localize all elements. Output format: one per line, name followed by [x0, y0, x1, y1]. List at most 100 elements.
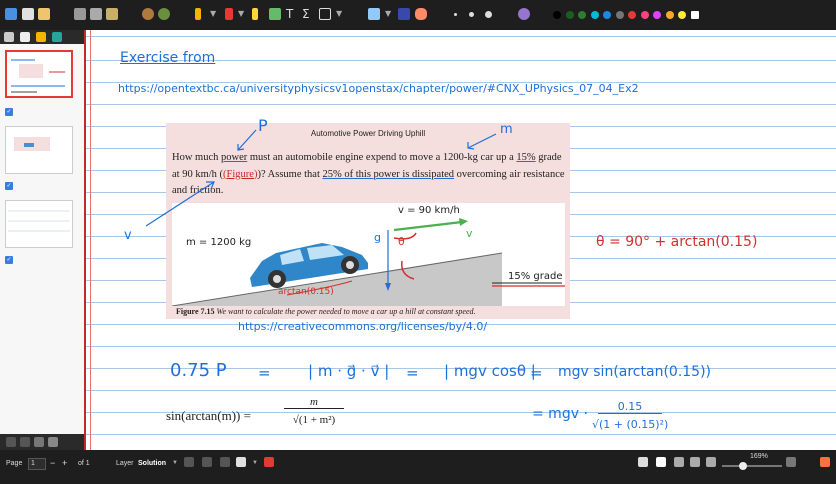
eraser-dropdown-icon[interactable]: ▼	[238, 9, 244, 18]
eq-sign-2: =	[406, 364, 419, 382]
layer-selector[interactable]: Solution	[138, 460, 166, 467]
highlighter-icon[interactable]	[252, 8, 258, 20]
color-swatch[interactable]	[640, 11, 649, 19]
eq2-lhs: = mgv ·	[532, 406, 588, 422]
select-rect-icon[interactable]	[368, 8, 380, 20]
eq-rhs: mgv sin(arctan(0.15))	[558, 364, 712, 380]
delete-page-icon[interactable]	[48, 437, 58, 447]
zoom-percent: 169%	[750, 453, 768, 460]
pen-icon[interactable]	[195, 8, 201, 20]
page-decrement-button[interactable]: −	[50, 458, 55, 468]
page-thumbnail-2[interactable]	[5, 126, 73, 174]
sidebar-bottom-bar	[0, 434, 84, 450]
eraser-icon[interactable]	[225, 8, 233, 20]
move-page-down-icon[interactable]	[20, 437, 30, 447]
document-tab-icon[interactable]	[20, 32, 30, 42]
layer-visibility-icon[interactable]	[220, 457, 230, 467]
eq-magnitude-2: | mgv cosθ |	[444, 362, 536, 380]
shape-dropdown-icon[interactable]: ▼	[336, 9, 342, 18]
toolbar: ▼ ▼ T Σ ▼ ▼	[0, 0, 836, 30]
delete-layer-icon[interactable]	[264, 457, 274, 467]
page-2-checkbox[interactable]: ✓	[5, 182, 13, 190]
page-thumbnail-3[interactable]	[5, 200, 73, 248]
color-swatch[interactable]	[628, 11, 636, 19]
color-swatch[interactable]	[678, 11, 686, 19]
layer-up-icon[interactable]	[184, 457, 194, 467]
tree-tab-icon[interactable]	[52, 32, 62, 42]
sin-formula-numerator: m	[284, 396, 344, 409]
view-continuous-icon[interactable]	[656, 457, 666, 467]
color-swatch[interactable]	[665, 11, 674, 19]
fullscreen-icon[interactable]	[820, 457, 830, 467]
page-thumbnail-2-preview	[14, 137, 50, 151]
page-thumbnail-1-preview	[11, 59, 65, 93]
eq-magnitude-1: | m · g⃗ · v⃗ |	[308, 362, 390, 380]
color-swatch[interactable]	[690, 11, 699, 19]
view-two-page-icon[interactable]	[674, 457, 684, 467]
cut-icon[interactable]	[74, 8, 86, 20]
pages-tab-icon[interactable]	[4, 32, 14, 42]
new-layer-dropdown-icon[interactable]: ▼	[252, 460, 258, 466]
color-swatch[interactable]	[578, 11, 586, 19]
color-swatch[interactable]	[603, 11, 611, 19]
page-number-input[interactable]: 1	[28, 458, 46, 470]
copy-icon[interactable]	[90, 8, 102, 20]
document-canvas[interactable]: Exercise from https://opentextbc.ca/univ…	[84, 30, 836, 450]
theta-equation: θ = 90° + arctan(0.15)	[596, 234, 758, 250]
eq2-numerator: 0.15	[598, 400, 662, 414]
undo-icon[interactable]	[142, 8, 154, 20]
zoom-slider-handle[interactable]	[739, 462, 747, 470]
color-swatch[interactable]	[590, 11, 599, 19]
redo-icon[interactable]	[158, 8, 170, 20]
image-icon[interactable]	[269, 8, 281, 20]
medium-line-icon[interactable]	[469, 12, 474, 17]
open-folder-icon[interactable]	[38, 8, 50, 20]
eq2-denominator: √(1 + (0.15)²)	[592, 418, 669, 431]
page-count: of 1	[78, 460, 90, 467]
pen-dropdown-icon[interactable]: ▼	[210, 9, 216, 18]
p-annotation: P	[258, 116, 268, 135]
license-url[interactable]: https://creativecommons.org/licenses/by/…	[238, 320, 487, 333]
formula-icon[interactable]: Σ	[302, 8, 314, 20]
sin-formula-lhs: sin(arctan(m)) =	[166, 408, 251, 423]
view-single-page-icon[interactable]	[638, 457, 648, 467]
layers-tab-icon[interactable]	[36, 32, 46, 42]
select-dropdown-icon[interactable]: ▼	[385, 9, 391, 18]
page-thumbnail-3-preview	[8, 210, 70, 232]
page-sidebar: ✓ ✓ ✓	[0, 30, 84, 450]
fill-color-icon[interactable]	[518, 8, 530, 20]
v-annotation: v	[124, 228, 132, 243]
color-swatch[interactable]	[565, 11, 574, 19]
view-grid-icon[interactable]	[690, 457, 700, 467]
text-tool-icon[interactable]: T	[286, 8, 298, 20]
layer-label: Layer	[116, 460, 134, 467]
vertical-space-icon[interactable]	[398, 8, 410, 20]
page-label: Page	[6, 460, 23, 467]
shape-icon[interactable]	[319, 8, 331, 20]
page-increment-button[interactable]: +	[62, 458, 67, 468]
page-thumbnail-1[interactable]	[5, 50, 73, 98]
new-page-icon[interactable]	[22, 8, 34, 20]
page-3-checkbox[interactable]: ✓	[5, 256, 13, 264]
layer-down-icon[interactable]	[202, 457, 212, 467]
new-layer-icon[interactable]	[236, 457, 246, 467]
save-icon[interactable]	[5, 8, 17, 20]
page-1-checkbox[interactable]: ✓	[5, 108, 13, 116]
eq-lhs: 0.75 P	[170, 360, 227, 381]
duplicate-page-icon[interactable]	[34, 437, 44, 447]
paste-icon[interactable]	[106, 8, 118, 20]
move-page-up-icon[interactable]	[6, 437, 16, 447]
color-swatch[interactable]	[615, 11, 624, 19]
thin-line-icon[interactable]	[454, 13, 457, 16]
m-annotation: m	[500, 122, 513, 137]
color-swatch[interactable]	[553, 11, 561, 19]
sin-formula-denominator: √(1 + m²)	[292, 414, 336, 426]
layer-dropdown-icon[interactable]: ▼	[172, 460, 178, 466]
zoom-reset-icon[interactable]	[786, 457, 796, 467]
zoom-slider-track[interactable]	[722, 462, 782, 470]
view-presentation-icon[interactable]	[706, 457, 716, 467]
hand-tool-icon[interactable]	[415, 8, 427, 20]
thick-line-icon[interactable]	[485, 11, 492, 18]
color-swatch[interactable]	[653, 11, 661, 19]
eq-sign-1: =	[258, 364, 271, 382]
